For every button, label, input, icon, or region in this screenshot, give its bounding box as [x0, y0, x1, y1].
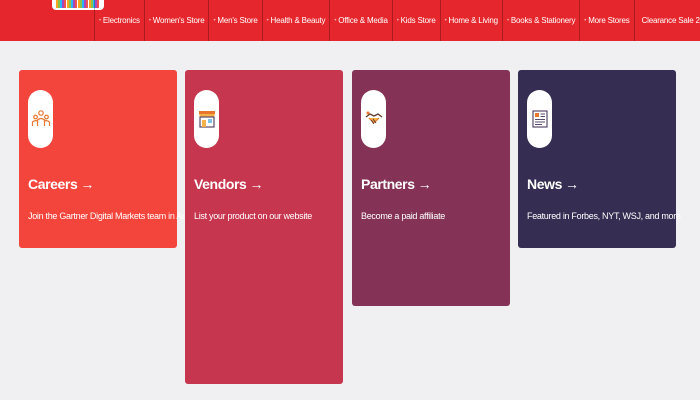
bullet-icon: •: [213, 17, 216, 24]
nav-item-clearance-sale[interactable]: •Clearance Sale 2022: [633, 0, 700, 41]
vendors-card[interactable]: Vendors → List your product on our websit…: [185, 70, 343, 384]
partners-description: Become a paid affiliate: [361, 211, 445, 221]
arrow-right-icon: →: [80, 176, 94, 192]
storefront-icon: [194, 90, 219, 148]
arrow-right-icon: →: [417, 176, 432, 192]
news-card[interactable]: News → Featured in Forbes, NYT, WSJ, and …: [518, 70, 681, 248]
card-title-label: News: [527, 176, 562, 192]
nav-item-label: Clearance Sale 2022: [641, 16, 700, 25]
nav-item-label: Home & Living: [448, 16, 499, 25]
nav-item-home-living[interactable]: • Home & Living: [439, 0, 502, 41]
partners-card[interactable]: Partners → Become a paid affiliate: [352, 70, 510, 306]
careers-description: Join the Gartner Digital Markets team in…: [28, 211, 200, 221]
news-title[interactable]: News →: [527, 176, 579, 192]
top-navigation-bar: • Electronics • Women's Store • Men's Store…: [0, 0, 700, 41]
nav-item-more-stores[interactable]: • More Stores: [579, 0, 633, 41]
bullet-icon: •: [266, 17, 269, 24]
nav-item-label: Electronics: [102, 16, 140, 25]
nav-item-label: Kids Store: [400, 16, 436, 25]
arrow-right-icon: →: [249, 176, 264, 192]
nav-item-health-beauty[interactable]: • Health & Beauty: [261, 0, 330, 41]
team-icon: [28, 90, 53, 148]
arrow-right-icon: →: [564, 176, 579, 192]
nav-item-mens-store[interactable]: • Men's Store: [208, 0, 261, 41]
bullet-icon: •: [334, 17, 337, 24]
card-title-label: Partners: [361, 176, 415, 192]
news-description: Featured in Forbes, NYT, WSJ, and more: [527, 211, 681, 221]
card-title-label: Careers: [28, 176, 78, 192]
nav-item-label: Men's Store: [217, 16, 258, 25]
bullet-icon: •: [506, 17, 509, 24]
bullet-icon: •: [584, 17, 587, 24]
partners-title[interactable]: Partners →: [361, 176, 432, 192]
nav-item-kids-store[interactable]: • Kids Store: [391, 0, 440, 41]
nav-item-label: More Stores: [588, 16, 630, 25]
card-title-label: Vendors: [194, 176, 247, 192]
careers-title[interactable]: Careers →: [28, 176, 94, 192]
nav-item-label: Office & Media: [338, 16, 388, 25]
nav-item-label: Books & Stationery: [510, 16, 576, 25]
careers-card[interactable]: Careers → Join the Gartner Digital Market…: [19, 70, 200, 248]
nav-item-label: Women's Store: [152, 16, 205, 25]
nav-item-label: Health & Beauty: [270, 16, 326, 25]
bullet-icon: •: [444, 17, 447, 24]
nav-item-books-stationery[interactable]: • Books & Stationery: [501, 0, 579, 41]
vendors-description: List your product on our website: [194, 211, 312, 221]
nav-item-electronics[interactable]: • Electronics: [94, 0, 144, 41]
bullet-icon: •: [396, 17, 399, 24]
vendors-title[interactable]: Vendors →: [194, 176, 263, 192]
bullet-icon: •: [99, 17, 101, 24]
nav-item-office-media[interactable]: • Office & Media: [329, 0, 391, 41]
bullet-icon: •: [148, 17, 151, 24]
nav-item-womens-store[interactable]: • Women's Store: [143, 0, 209, 41]
newspaper-icon: [527, 90, 552, 148]
category-nav: • Electronics • Women's Store • Men's Store…: [94, 0, 700, 41]
handshake-icon: [361, 90, 386, 148]
